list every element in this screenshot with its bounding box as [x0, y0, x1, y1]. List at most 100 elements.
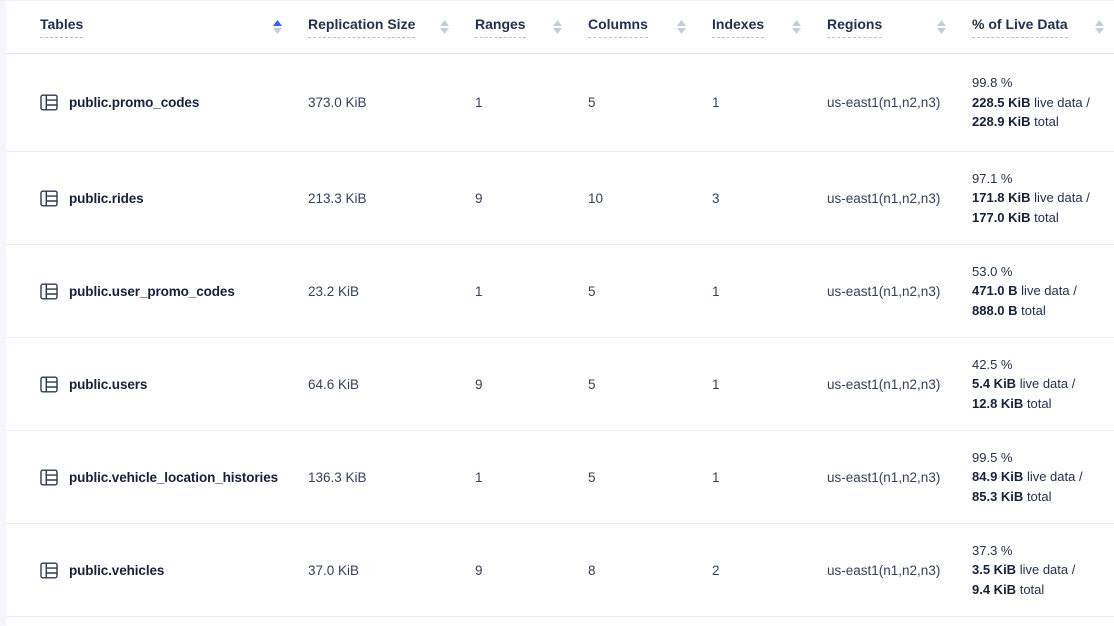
table-name-link[interactable]: public.vehicles [69, 563, 164, 578]
replication-size-cell: 37.0 KiB [308, 563, 475, 578]
table-icon [40, 283, 58, 300]
total-data-line: 177.0 KiB total [972, 208, 1112, 228]
column-header-label: % of Live Data [972, 16, 1068, 38]
replication-size-cell: 64.6 KiB [308, 377, 475, 392]
table-row: public.vehicles 37.0 KiB 9 8 2 us-east1(… [6, 524, 1114, 617]
live-data-percent: 53.0 % [972, 262, 1112, 282]
table-name-link[interactable]: public.promo_codes [69, 95, 199, 110]
table-icon [40, 94, 58, 111]
regions-cell: us-east1(n1,n2,n3) [827, 95, 972, 110]
column-header-label: Tables [40, 16, 83, 38]
table-name-cell: public.promo_codes [40, 94, 308, 111]
live-data-line: 228.5 KiB live data / [972, 93, 1112, 113]
indexes-cell: 1 [712, 284, 827, 299]
tables-panel: Tables Replication Size Ranges [6, 1, 1114, 626]
table-icon [40, 190, 58, 207]
regions-cell: us-east1(n1,n2,n3) [827, 470, 972, 485]
indexes-cell: 1 [712, 95, 827, 110]
table-name-cell: public.vehicles [40, 562, 308, 579]
sort-icon[interactable] [1095, 20, 1104, 34]
columns-cell: 5 [588, 377, 712, 392]
tables-page: Tables Replication Size Ranges [0, 0, 1114, 626]
table-icon [40, 469, 58, 486]
live-data-cell: 42.5 % 5.4 KiB live data / 12.8 KiB tota… [972, 355, 1112, 414]
live-data-line: 471.0 B live data / [972, 281, 1112, 301]
live-data-cell: 37.3 % 3.5 KiB live data / 9.4 KiB total [972, 541, 1112, 600]
columns-cell: 5 [588, 284, 712, 299]
column-header-label: Ranges [475, 16, 526, 38]
table-name-cell: public.users [40, 376, 308, 393]
live-data-percent: 97.1 % [972, 169, 1112, 189]
sort-icon[interactable] [440, 20, 449, 34]
total-data-line: 888.0 B total [972, 301, 1112, 321]
table-icon [40, 376, 58, 393]
total-data-line: 9.4 KiB total [972, 580, 1112, 600]
column-header-label: Regions [827, 16, 882, 38]
columns-cell: 5 [588, 95, 712, 110]
columns-cell: 10 [588, 191, 712, 206]
live-data-percent: 99.8 % [972, 73, 1112, 93]
table-icon [40, 562, 58, 579]
regions-cell: us-east1(n1,n2,n3) [827, 377, 972, 392]
column-header-columns[interactable]: Columns [588, 16, 712, 38]
column-header-tables[interactable]: Tables [40, 16, 308, 38]
column-header-live-data[interactable]: % of Live Data [972, 16, 1112, 38]
column-header-regions[interactable]: Regions [827, 16, 972, 38]
live-data-cell: 99.8 % 228.5 KiB live data / 228.9 KiB t… [972, 73, 1112, 132]
live-data-percent: 99.5 % [972, 448, 1112, 468]
table-name-link[interactable]: public.vehicle_location_histories [69, 470, 278, 485]
ranges-cell: 1 [475, 470, 588, 485]
sort-icon[interactable] [937, 20, 946, 34]
replication-size-cell: 213.3 KiB [308, 191, 475, 206]
table-row: public.promo_codes 373.0 KiB 1 5 1 us-ea… [6, 54, 1114, 152]
column-header-ranges[interactable]: Ranges [475, 16, 588, 38]
regions-cell: us-east1(n1,n2,n3) [827, 191, 972, 206]
total-data-line: 85.3 KiB total [972, 487, 1112, 507]
table-name-cell: public.rides [40, 190, 308, 207]
indexes-cell: 1 [712, 377, 827, 392]
replication-size-cell: 136.3 KiB [308, 470, 475, 485]
table-header-row: Tables Replication Size Ranges [6, 1, 1114, 54]
replication-size-cell: 23.2 KiB [308, 284, 475, 299]
regions-cell: us-east1(n1,n2,n3) [827, 284, 972, 299]
sort-icon[interactable] [677, 20, 686, 34]
ranges-cell: 9 [475, 563, 588, 578]
table-name-link[interactable]: public.users [69, 377, 147, 392]
ranges-cell: 9 [475, 377, 588, 392]
live-data-cell: 53.0 % 471.0 B live data / 888.0 B total [972, 262, 1112, 321]
table-name-link[interactable]: public.rides [69, 191, 144, 206]
column-header-label: Replication Size [308, 16, 415, 38]
table-name-link[interactable]: public.user_promo_codes [69, 284, 235, 299]
live-data-line: 5.4 KiB live data / [972, 374, 1112, 394]
sort-icon[interactable] [792, 20, 801, 34]
ranges-cell: 9 [475, 191, 588, 206]
live-data-line: 3.5 KiB live data / [972, 560, 1112, 580]
indexes-cell: 3 [712, 191, 827, 206]
sort-icon[interactable] [273, 20, 282, 34]
indexes-cell: 2 [712, 563, 827, 578]
columns-cell: 5 [588, 470, 712, 485]
table-body: public.promo_codes 373.0 KiB 1 5 1 us-ea… [6, 54, 1114, 617]
live-data-percent: 42.5 % [972, 355, 1112, 375]
columns-cell: 8 [588, 563, 712, 578]
ranges-cell: 1 [475, 95, 588, 110]
table-row: public.rides 213.3 KiB 9 10 3 us-east1(n… [6, 152, 1114, 245]
ranges-cell: 1 [475, 284, 588, 299]
live-data-cell: 99.5 % 84.9 KiB live data / 85.3 KiB tot… [972, 448, 1112, 507]
column-header-replication-size[interactable]: Replication Size [308, 16, 475, 38]
live-data-percent: 37.3 % [972, 541, 1112, 561]
column-header-indexes[interactable]: Indexes [712, 16, 827, 38]
live-data-cell: 97.1 % 171.8 KiB live data / 177.0 KiB t… [972, 169, 1112, 228]
table-name-cell: public.user_promo_codes [40, 283, 308, 300]
table-row: public.user_promo_codes 23.2 KiB 1 5 1 u… [6, 245, 1114, 338]
sort-icon[interactable] [553, 20, 562, 34]
total-data-line: 12.8 KiB total [972, 394, 1112, 414]
table-row: public.vehicle_location_histories 136.3 … [6, 431, 1114, 524]
total-data-line: 228.9 KiB total [972, 112, 1112, 132]
regions-cell: us-east1(n1,n2,n3) [827, 563, 972, 578]
column-header-label: Columns [588, 16, 648, 38]
table-name-cell: public.vehicle_location_histories [40, 469, 308, 486]
table-row: public.users 64.6 KiB 9 5 1 us-east1(n1,… [6, 338, 1114, 431]
live-data-line: 84.9 KiB live data / [972, 467, 1112, 487]
column-header-label: Indexes [712, 16, 764, 38]
